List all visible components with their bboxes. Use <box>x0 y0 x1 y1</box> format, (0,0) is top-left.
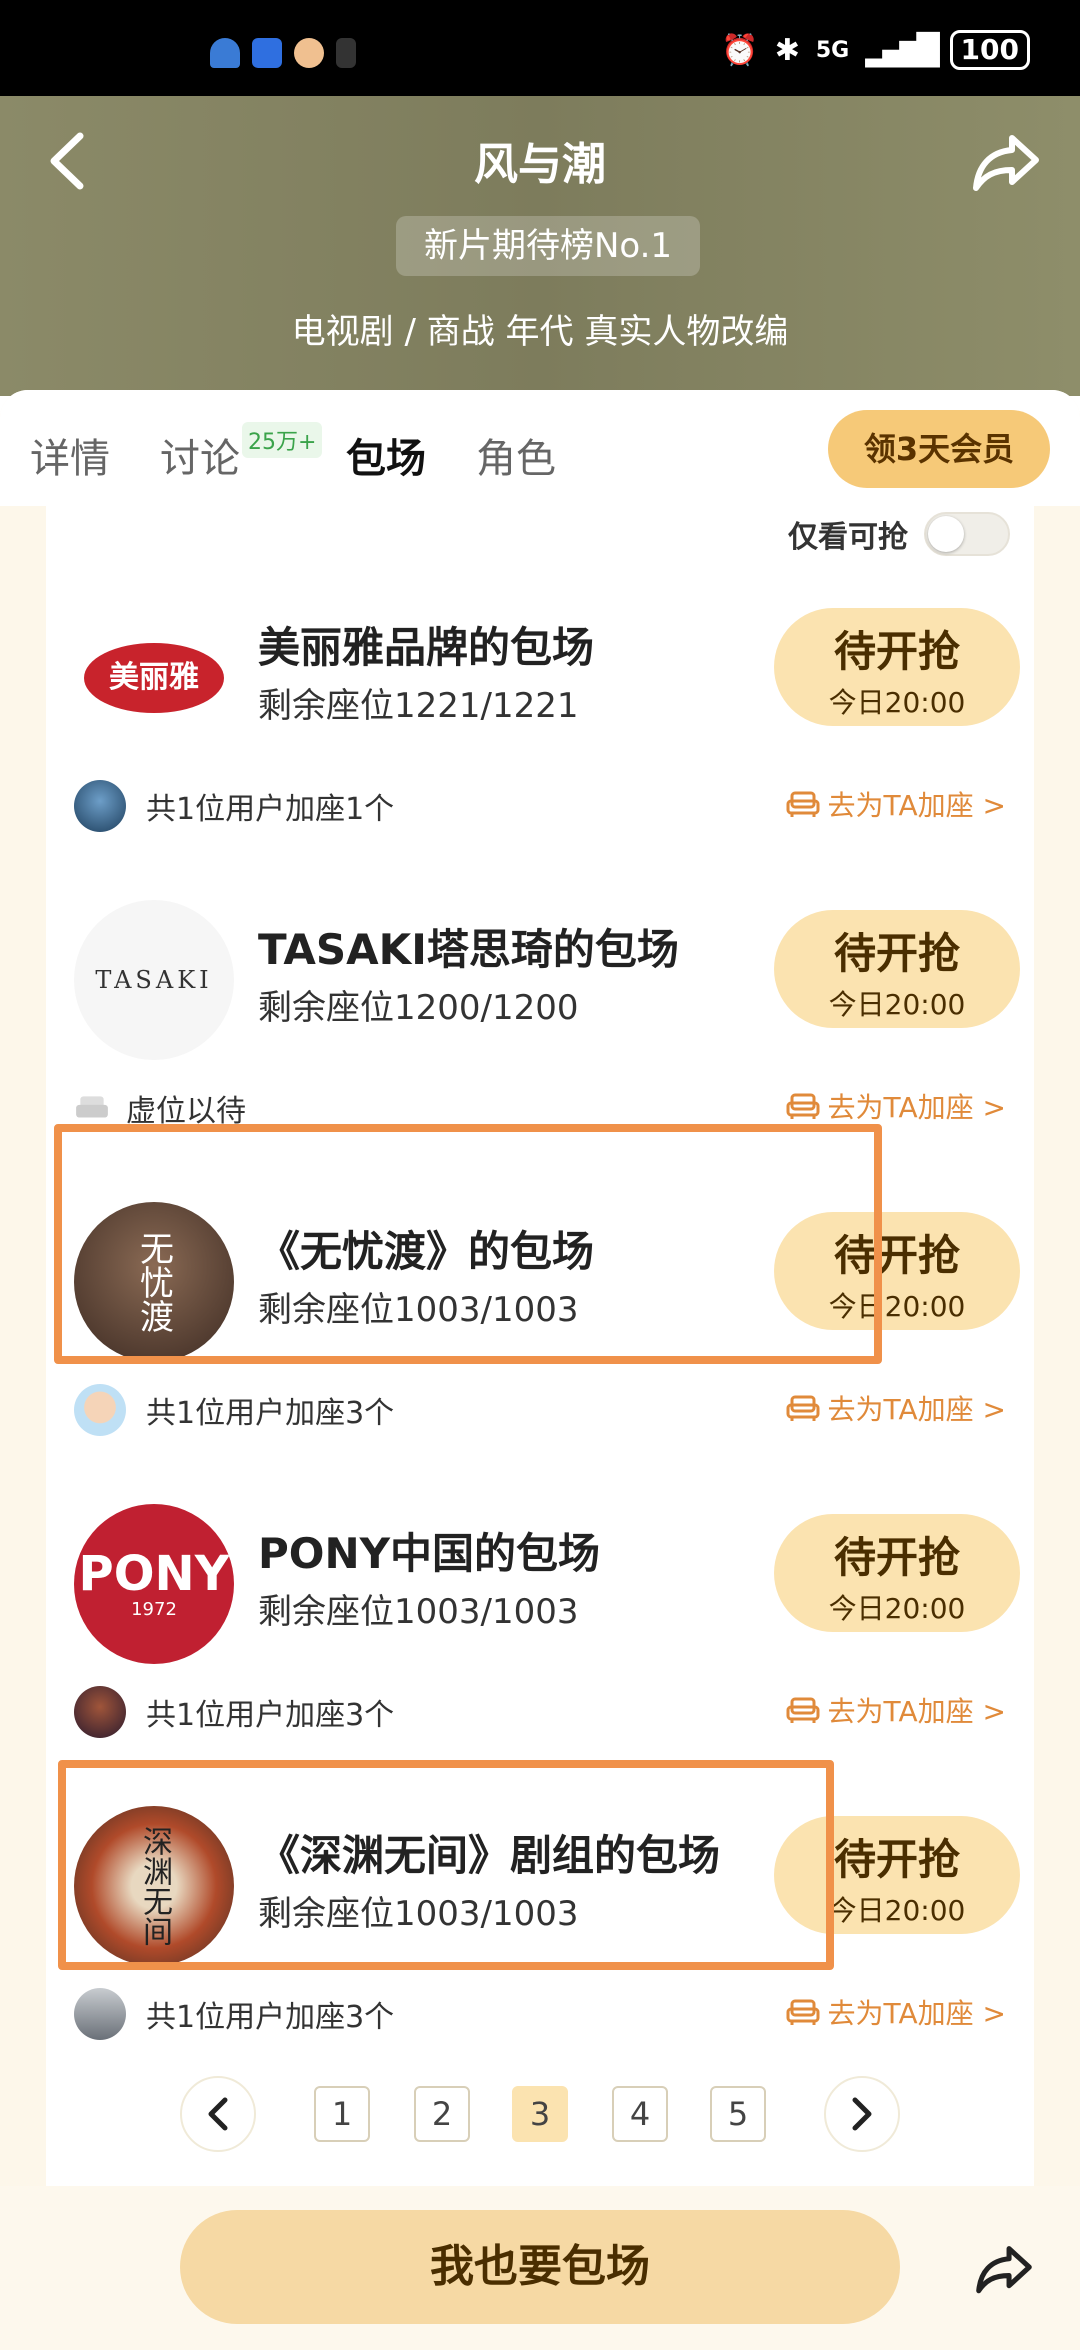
item-footer: 共1位用户加座1个 去为TA加座 > <box>74 776 1020 836</box>
add-seat-link[interactable]: 去为TA加座 > <box>786 1992 1006 2032</box>
list-item[interactable]: PONY 1972 PONY中国的包场 剩余座位1003/1003 待开抢 今日… <box>46 1434 1034 1738</box>
item-title: 美丽雅品牌的包场 <box>258 623 595 672</box>
next-page-button[interactable] <box>824 2076 900 2152</box>
app-notification-icon <box>294 38 324 68</box>
claim-vip-button[interactable]: 领3天会员 <box>828 410 1050 488</box>
footer-text: 共1位用户加座1个 <box>146 792 395 827</box>
rank-chip[interactable]: 新片期待榜No.1 <box>396 216 700 276</box>
brand-logo: 美丽雅 <box>74 598 234 758</box>
item-title: TASAKI塔思琦的包场 <box>258 925 679 974</box>
add-seat-link[interactable]: 去为TA加座 > <box>786 1690 1006 1730</box>
empty-seat-icon <box>76 1096 108 1118</box>
genre-text: 电视剧 / 商战 年代 真实人物改编 <box>291 312 789 352</box>
bottom-bar: 我也要包场 <box>0 2186 1080 2350</box>
sofa-icon <box>786 1395 820 1421</box>
footer-text: 共1位用户加座3个 <box>146 1396 395 1431</box>
bluetooth-icon: ✱ <box>774 32 800 68</box>
page-1[interactable]: 1 <box>314 2086 370 2142</box>
add-seat-link[interactable]: 去为TA加座 > <box>786 784 1006 824</box>
page-4[interactable]: 4 <box>612 2086 668 2142</box>
avatar <box>74 780 126 832</box>
avatar <box>74 1384 126 1436</box>
footer-text: 共1位用户加座3个 <box>146 1698 395 1733</box>
tab-characters[interactable]: 角色 <box>476 426 556 484</box>
tab-bar: 详情 讨论 25万+ 包场 角色 领3天会员 <box>0 390 1080 506</box>
highlight-box <box>58 1760 834 1970</box>
sofa-icon <box>786 791 820 817</box>
item-seats: 剩余座位1003/1003 <box>258 1592 579 1632</box>
add-seat-label: 去为TA加座 > <box>827 1695 1006 1728</box>
pagination: 1 2 3 4 5 <box>0 2076 1080 2156</box>
add-seat-label: 去为TA加座 > <box>827 789 1006 822</box>
share-icon[interactable] <box>972 2236 1036 2300</box>
notification-icons <box>210 38 356 68</box>
sofa-icon <box>786 1093 820 1119</box>
item-seats: 剩余座位1200/1200 <box>258 988 579 1028</box>
add-seat-link[interactable]: 去为TA加座 > <box>786 1388 1006 1428</box>
footer-text: 共1位用户加座3个 <box>146 2000 395 2035</box>
grab-button[interactable]: 待开抢 今日20:00 <box>774 910 1020 1028</box>
header: 风与潮 新片期待榜No.1 电视剧 / 商战 年代 真实人物改编 <box>0 96 1080 396</box>
grab-button-label: 待开抢 <box>833 929 960 978</box>
prev-page-button[interactable] <box>180 2076 256 2152</box>
sofa-icon <box>786 1697 820 1723</box>
item-title: PONY中国的包场 <box>258 1529 601 1578</box>
highlight-box <box>54 1124 882 1364</box>
system-status: ⏰ ✱ 5G ▂▄▆█ 100 <box>721 30 1030 70</box>
item-seats: 剩余座位1221/1221 <box>258 686 579 726</box>
page-2[interactable]: 2 <box>414 2086 470 2142</box>
signal-label: 5G <box>815 37 850 63</box>
add-seat-label: 去为TA加座 > <box>827 1393 1006 1426</box>
grab-button-label: 待开抢 <box>833 1533 960 1582</box>
logo-text: PONY <box>78 1545 230 1602</box>
grab-button[interactable]: 待开抢 今日20:00 <box>774 1514 1020 1632</box>
add-seat-label: 去为TA加座 > <box>827 1091 1006 1124</box>
app-notification-icon <box>336 38 356 68</box>
avatar <box>74 1686 126 1738</box>
alarm-icon: ⏰ <box>721 32 759 68</box>
add-seat-link[interactable]: 去为TA加座 > <box>786 1086 1006 1126</box>
item-footer: 共1位用户加座3个 去为TA加座 > <box>74 1380 1020 1440</box>
grab-button-time: 今日20:00 <box>828 686 966 719</box>
discussion-count-badge: 25万+ <box>242 422 323 458</box>
avatar <box>74 1988 126 2040</box>
item-footer: 共1位用户加座3个 去为TA加座 > <box>74 1682 1020 1742</box>
tab-booking[interactable]: 包场 <box>346 426 426 484</box>
grab-button[interactable]: 待开抢 今日20:00 <box>774 608 1020 726</box>
logo-subtext: 1972 <box>131 1598 177 1620</box>
grab-button-label: 待开抢 <box>833 627 960 676</box>
signal-icon: ▂▄▆█ <box>865 32 939 68</box>
app-notification-icon <box>210 38 240 68</box>
grab-button-time: 今日20:00 <box>828 988 966 1021</box>
list-item[interactable]: 美丽雅 美丽雅品牌的包场 剩余座位1221/1221 待开抢 今日20:00 共… <box>46 528 1034 832</box>
chevron-left-icon <box>208 2097 228 2131</box>
list-item[interactable]: TASAKI TASAKI塔思琦的包场 剩余座位1200/1200 待开抢 今日… <box>46 830 1034 1130</box>
page-title: 风与潮 <box>474 139 606 190</box>
chevron-right-icon <box>852 2097 872 2131</box>
sofa-icon <box>786 1999 820 2025</box>
app-notification-icon <box>252 38 282 68</box>
tab-details[interactable]: 详情 <box>30 426 110 484</box>
add-seat-label: 去为TA加座 > <box>827 1997 1006 2030</box>
status-bar: ⏰ ✱ 5G ▂▄▆█ 100 <box>0 0 1080 96</box>
grab-button-time: 今日20:00 <box>828 1592 966 1625</box>
brand-logo: PONY 1972 <box>74 1504 234 1664</box>
logo-text: TASAKI <box>95 966 213 994</box>
book-session-button[interactable]: 我也要包场 <box>180 2210 900 2324</box>
page-5[interactable]: 5 <box>710 2086 766 2142</box>
brand-logo: TASAKI <box>74 900 234 1060</box>
item-footer: 共1位用户加座3个 去为TA加座 > <box>74 1984 1020 2044</box>
page-3-current[interactable]: 3 <box>512 2086 568 2142</box>
battery-indicator: 100 <box>949 30 1030 70</box>
tab-discussion[interactable]: 讨论 <box>160 426 240 484</box>
logo-text: 美丽雅 <box>84 643 224 713</box>
share-icon[interactable] <box>968 126 1044 196</box>
